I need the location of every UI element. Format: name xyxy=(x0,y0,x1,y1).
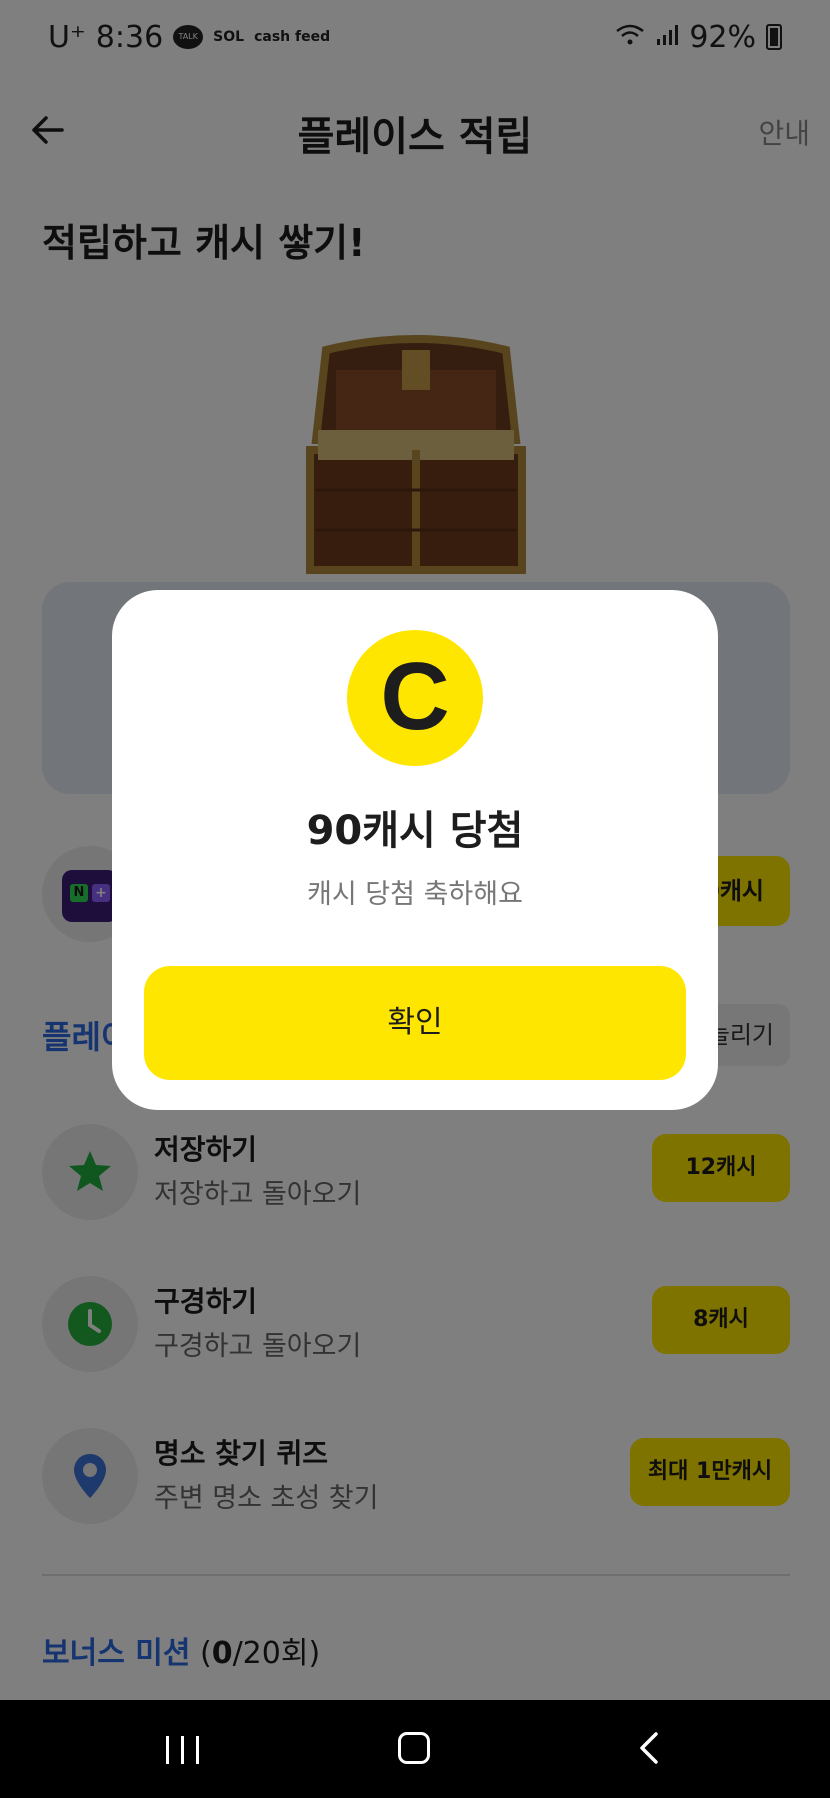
coin-letter: C xyxy=(380,643,450,750)
dialog-title: 90캐시 당첨 xyxy=(306,808,524,854)
nav-back-icon[interactable] xyxy=(632,1730,668,1766)
confirm-button[interactable]: 확인 xyxy=(144,966,686,1080)
home-icon[interactable] xyxy=(398,1732,430,1764)
recents-icon[interactable] xyxy=(166,1736,200,1764)
system-nav-bar xyxy=(0,1700,830,1798)
reward-dialog: C 90캐시 당첨 캐시 당첨 축하해요 확인 xyxy=(112,590,718,1110)
dialog-subtitle: 캐시 당첨 축하해요 xyxy=(307,879,523,910)
cash-coin-icon: C xyxy=(347,630,483,766)
